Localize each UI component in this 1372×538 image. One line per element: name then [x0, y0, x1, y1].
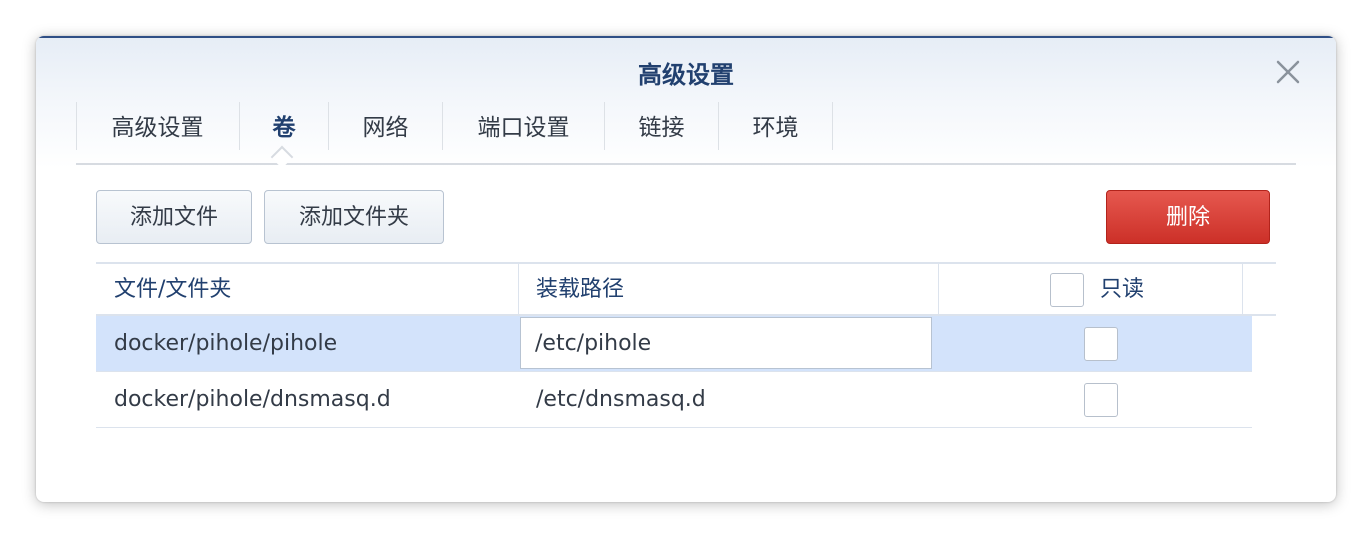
add-file-button[interactable]: 添加文件 [96, 190, 252, 244]
add-folder-button[interactable]: 添加文件夹 [264, 190, 444, 244]
mount-path-input[interactable] [520, 317, 932, 369]
file-folder-cell: docker/pihole/pihole [114, 331, 338, 356]
table-row[interactable]: docker/pihole/pihole [96, 316, 1252, 372]
tab-separator [832, 102, 833, 150]
dialog-title: 高级设置 [638, 61, 734, 89]
tab-network[interactable]: 网络 [329, 102, 442, 150]
tab-port-settings[interactable]: 端口设置 [443, 102, 604, 150]
table-row[interactable]: docker/pihole/dnsmasq.d /etc/dnsmasq.d [96, 372, 1252, 428]
delete-button[interactable]: 删除 [1106, 190, 1270, 244]
tab-volume[interactable]: 卷 [240, 102, 328, 150]
column-separator[interactable] [938, 264, 939, 316]
read-only-checkbox[interactable] [1084, 327, 1118, 361]
file-folder-cell: docker/pihole/dnsmasq.d [114, 387, 391, 412]
read-only-select-all-checkbox[interactable] [1050, 273, 1084, 307]
column-header-mount-path[interactable]: 装载路径 [536, 264, 624, 316]
tab-environment[interactable]: 环境 [719, 102, 832, 150]
read-only-checkbox[interactable] [1084, 383, 1118, 417]
advanced-settings-dialog: 高级设置 高级设置 卷 网络 端口设置 链接 环境 添加文件 添加文件夹 删除 … [36, 36, 1336, 502]
column-separator[interactable] [518, 264, 519, 316]
column-separator[interactable] [1242, 264, 1243, 316]
tab-bar: 高级设置 卷 网络 端口设置 链接 环境 [76, 102, 1296, 165]
mount-path-cell[interactable]: /etc/dnsmasq.d [536, 372, 706, 428]
column-header-file-folder[interactable]: 文件/文件夹 [114, 264, 231, 316]
tab-links[interactable]: 链接 [605, 102, 718, 150]
tab-advanced-settings[interactable]: 高级设置 [76, 102, 239, 150]
close-icon[interactable] [1274, 58, 1302, 86]
table-header: 文件/文件夹 装载路径 只读 [96, 262, 1276, 316]
column-header-read-only: 只读 [1100, 277, 1145, 302]
